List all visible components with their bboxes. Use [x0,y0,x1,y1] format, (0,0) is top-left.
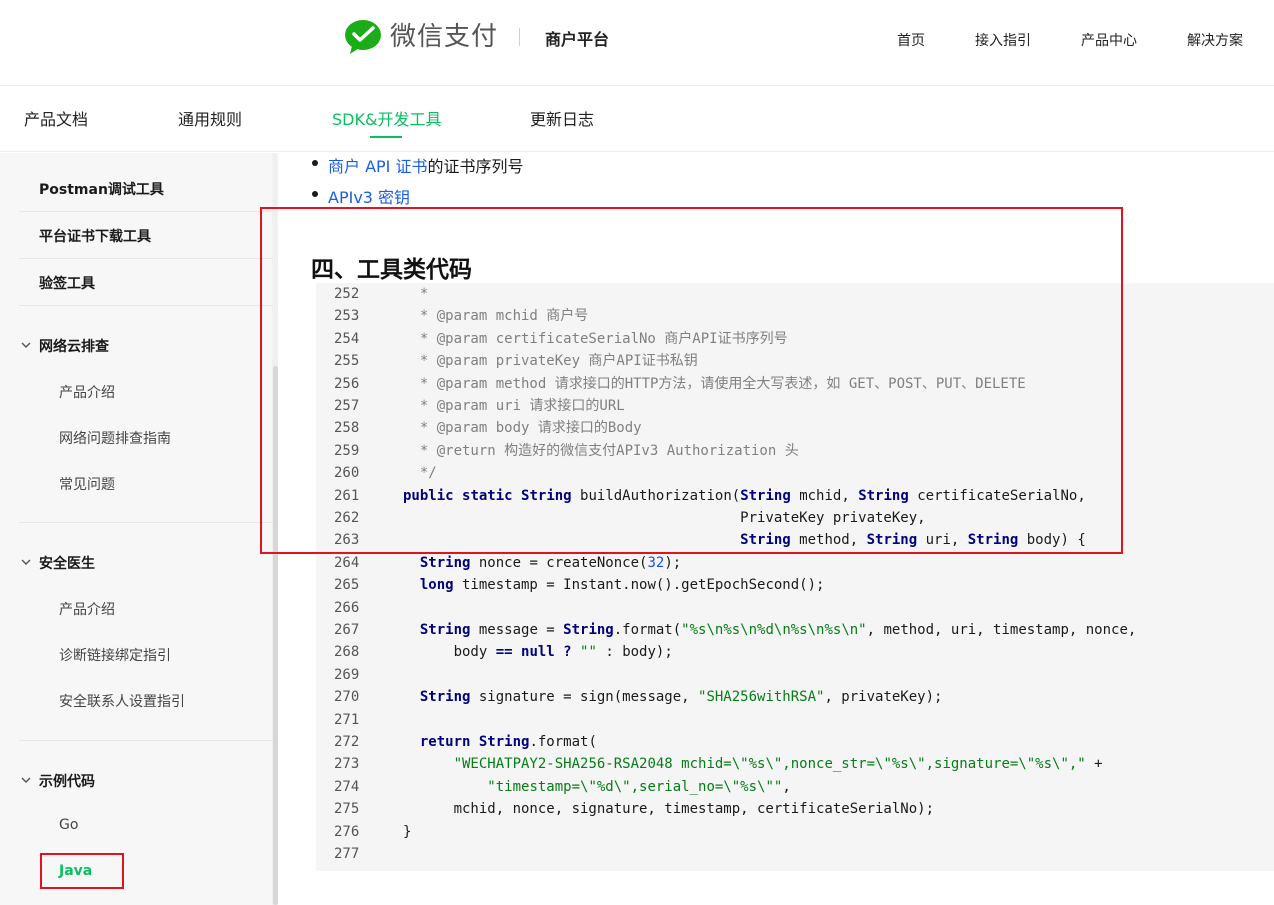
sidebar-item-link-binding[interactable]: 诊断链接绑定指引 [59,645,171,665]
bullet-dot [312,160,318,166]
sub-nav: 产品文档 通用规则 SDK&开发工具 更新日志 [0,86,1274,152]
sidebar-item-verify-tool[interactable]: 验签工具 [39,273,95,293]
line-number: 264 [334,554,360,571]
tab-changelog[interactable]: 更新日志 [530,106,594,130]
code-line: 267 String message = String.format("%s\n… [316,619,1274,641]
code-text: String signature = sign(message, "SHA256… [419,689,943,706]
sidebar-item-postman[interactable]: Postman调试工具 [39,179,164,199]
top-header: 微信支付 商户平台 首页 接入指引 产品中心 解决方案 [0,0,1274,86]
code-text: body == null ? "" : body); [403,644,673,661]
apiv3-key-link[interactable]: APIv3 密钥 [328,188,410,207]
platform-name: 商户平台 [545,30,610,49]
code-text: return String.format( [419,734,597,750]
tab-product-docs[interactable]: 产品文档 [24,106,88,130]
highlight-box-java [40,853,124,889]
sidebar-item-network-guide[interactable]: 网络问题排查指南 [59,428,171,448]
code-line: 265 long timestamp = Instant.now().getEp… [316,574,1274,596]
highlight-box-code [260,207,1123,554]
code-line: 276} [316,821,1274,843]
nav-solutions[interactable]: 解决方案 [1187,30,1243,50]
sidebar [0,153,278,905]
bullet-item: 商户 API 证书的证书序列号 [328,153,524,177]
sidebar-divider [19,305,273,306]
header-divider [519,28,520,46]
code-line: 274 "timestamp=\"%d\",serial_no=\"%s\"", [316,776,1274,798]
code-text: String message = String.format("%s\n%s\n… [419,622,1137,638]
nav-product-center[interactable]: 产品中心 [1081,30,1137,50]
code-line: 271 [316,709,1274,731]
sidebar-divider [19,258,273,259]
brand-name: 微信支付 [390,22,499,52]
line-number: 275 [334,801,360,818]
chevron-down-icon[interactable] [21,775,31,785]
code-text: String nonce = createNonce(32); [419,554,682,571]
code-line: 277 [316,843,1274,865]
code-line: 266 [316,597,1274,619]
active-tab-indicator [370,136,402,138]
merchant-api-cert-link[interactable]: 商户 API 证书 [328,157,428,176]
code-line: 273 "WECHATPAY2-SHA256-RSA2048 mchid=\"%… [316,753,1274,775]
sidebar-item-network-faq[interactable]: 常见问题 [59,474,115,494]
nav-home[interactable]: 首页 [897,30,925,50]
line-number: 269 [334,666,360,683]
code-line: 269 [316,664,1274,686]
code-text: "timestamp=\"%d\",serial_no=\"%s\"", [487,778,791,795]
sidebar-group-sample-code[interactable]: 示例代码 [39,771,95,791]
bullet-item: APIv3 密钥 [328,184,410,208]
sidebar-item-cert-download[interactable]: 平台证书下载工具 [39,226,151,246]
line-number: 274 [334,778,360,795]
code-line: 270 String signature = sign(message, "SH… [316,686,1274,708]
tab-general-rules[interactable]: 通用规则 [178,106,242,130]
line-number: 266 [334,599,360,616]
sidebar-group-security-doctor[interactable]: 安全医生 [39,553,95,573]
code-text: long timestamp = Instant.now().getEpochS… [419,577,825,594]
chevron-down-icon[interactable] [21,340,31,350]
sidebar-divider [19,211,273,212]
sidebar-item-security-intro[interactable]: 产品介绍 [59,599,115,619]
brand-logo[interactable]: 微信支付 [344,19,498,55]
line-number: 276 [334,823,360,840]
line-number: 271 [334,711,360,728]
sidebar-group-network-cloud[interactable]: 网络云排查 [39,336,109,356]
line-number: 270 [334,689,360,706]
nav-onboarding-guide[interactable]: 接入指引 [975,30,1031,50]
sidebar-divider [19,740,273,741]
sidebar-item-contact-setup[interactable]: 安全联系人设置指引 [59,691,185,711]
bullet-text: 的证书序列号 [427,157,524,176]
bullet-dot [312,191,318,197]
line-number: 265 [334,577,360,594]
code-line: 268 body == null ? "" : body); [316,641,1274,663]
line-number: 267 [334,622,360,638]
sidebar-item-go[interactable]: Go [59,817,78,833]
code-line: 275 mchid, nonce, signature, timestamp, … [316,798,1274,820]
tab-sdk-dev-tools[interactable]: SDK&开发工具 [332,106,441,130]
line-number: 273 [334,756,360,773]
line-number: 272 [334,734,360,750]
line-number: 268 [334,644,360,661]
code-text: } [403,823,412,840]
code-text: mchid, nonce, signature, timestamp, cert… [403,801,935,818]
line-number: 277 [334,846,360,862]
sidebar-divider [19,522,273,523]
sidebar-item-network-intro[interactable]: 产品介绍 [59,382,115,402]
code-line: 264 String nonce = createNonce(32); [316,552,1274,574]
code-text: "WECHATPAY2-SHA256-RSA2048 mchid=\"%s\",… [453,756,1103,773]
wechat-pay-logo-icon [345,20,381,54]
chevron-down-icon[interactable] [21,557,31,567]
code-line: 272 return String.format( [316,731,1274,753]
